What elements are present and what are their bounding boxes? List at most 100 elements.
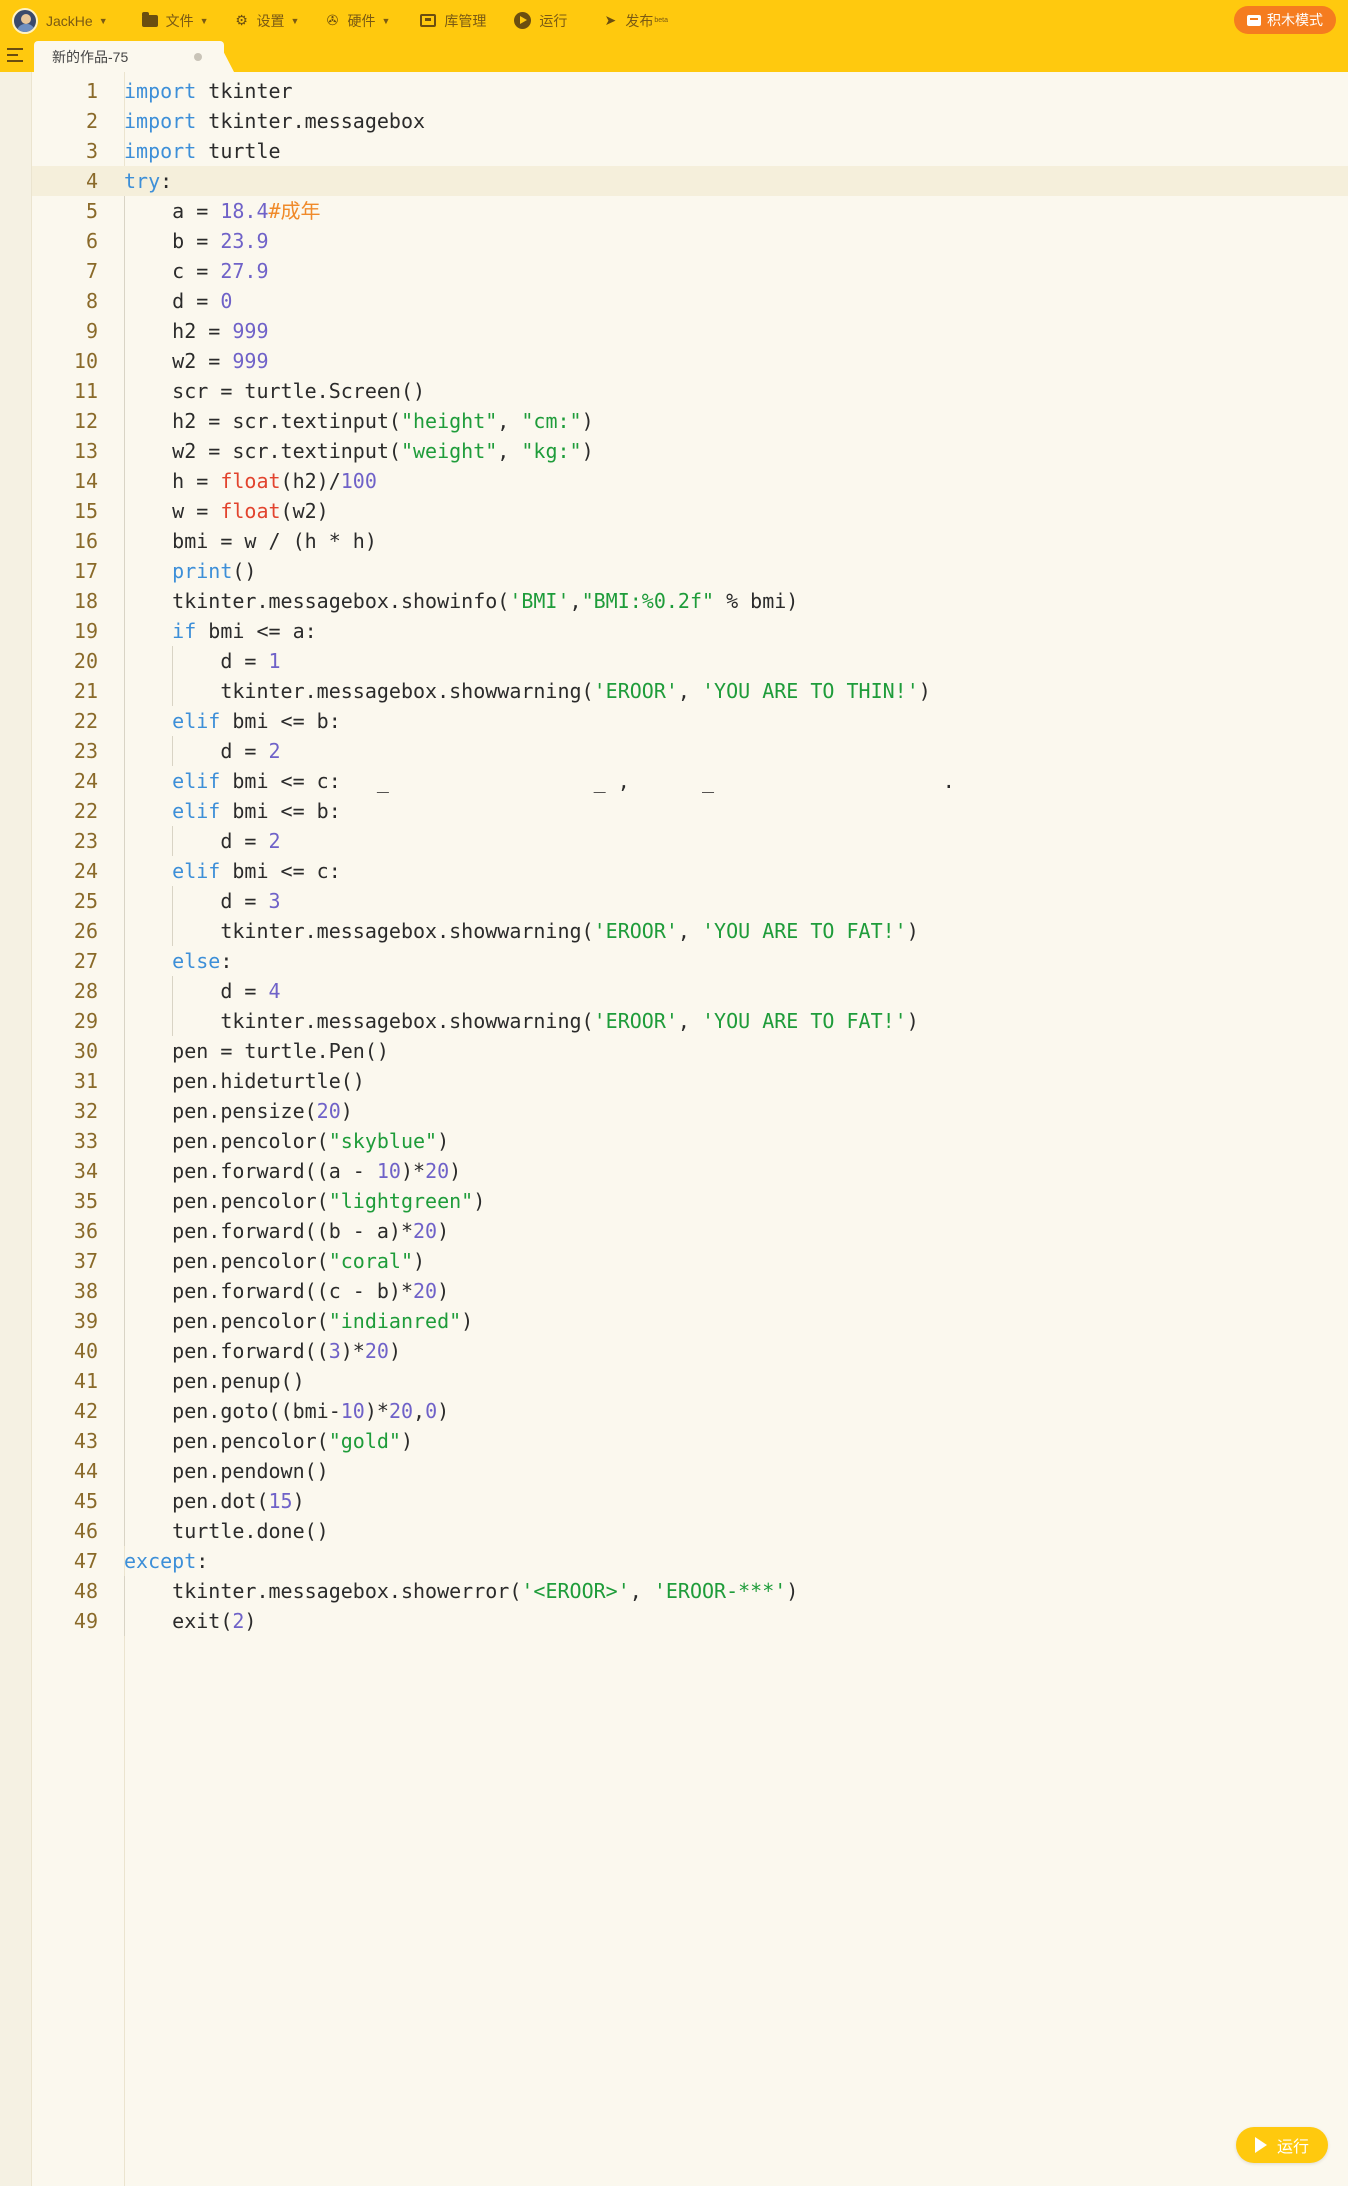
code-line[interactable]: 8 d = 0 <box>32 286 1348 316</box>
close-tab-icon[interactable] <box>194 53 202 61</box>
code-line[interactable]: 25 d = 3 <box>32 886 1348 916</box>
code-line[interactable]: 15 w = float(w2) <box>32 496 1348 526</box>
chevron-down-icon: ▼ <box>381 15 391 26</box>
code-line[interactable]: 41 pen.penup() <box>32 1366 1348 1396</box>
code-line[interactable]: 38 pen.forward((c - b)*20) <box>32 1276 1348 1306</box>
code-token: ) <box>437 1129 450 1153</box>
code-text: d = 3 <box>124 886 1348 916</box>
run-button[interactable]: 运行 <box>1236 2127 1328 2163</box>
code-text: tkinter.messagebox.showerror('<EROOR>', … <box>124 1576 1348 1606</box>
publish-button[interactable]: ➤ 发布 beta <box>601 0 669 41</box>
code-line[interactable]: 49 exit(2) <box>32 1606 1348 1636</box>
code-text: pen.pencolor("indianred") <box>124 1306 1348 1336</box>
code-token: tkinter.messagebox.showinfo( <box>124 589 510 613</box>
code-token: pen.pencolor( <box>124 1189 329 1213</box>
hardware-menu[interactable]: ✇ 硬件 ▼ <box>323 0 391 41</box>
code-line[interactable]: 44 pen.pendown() <box>32 1456 1348 1486</box>
code-text: elif bmi <= b: <box>124 796 1348 826</box>
user-menu[interactable]: JackHe ▼ <box>0 0 108 41</box>
indent-guide <box>172 676 174 706</box>
code-line[interactable]: 22 elif bmi <= b: <box>32 796 1348 826</box>
line-number: 13 <box>73 439 98 463</box>
indent-guide <box>172 736 174 766</box>
code-token: ) <box>437 1279 450 1303</box>
line-number: 15 <box>73 499 98 523</box>
code-line[interactable]: 12 h2 = scr.textinput("height", "cm:") <box>32 406 1348 436</box>
code-line[interactable]: 4 try: <box>32 166 1348 196</box>
code-token: 0 <box>425 1399 438 1423</box>
code-line[interactable]: 26 tkinter.messagebox.showwarning('EROOR… <box>32 916 1348 946</box>
block-mode-button[interactable]: 积木模式 <box>1234 6 1336 34</box>
top-toolbar: JackHe ▼ 文件 ▼ ⚙ 设置 ▼ ✇ 硬件 ▼ 库管理 运行 ➤ 发布 … <box>0 0 1348 41</box>
library-manager-button[interactable]: 库管理 <box>420 0 486 41</box>
code-line[interactable]: 33 pen.pencolor("skyblue") <box>32 1126 1348 1156</box>
line-number: 22 <box>73 709 98 733</box>
code-line[interactable]: 30 pen = turtle.Pen() <box>32 1036 1348 1066</box>
code-editor[interactable]: 1 import tkinter 2 import tkinter.messagebo… <box>32 76 1348 1636</box>
code-line[interactable]: 24 elif bmi <= c: <box>32 856 1348 886</box>
code-line[interactable]: 35 pen.pencolor("lightgreen") <box>32 1186 1348 1216</box>
code-line[interactable]: 43 pen.pencolor("gold") <box>32 1426 1348 1456</box>
line-number: 28 <box>73 979 98 1003</box>
code-line[interactable]: 47 except: <box>32 1546 1348 1576</box>
code-line[interactable]: 11 scr = turtle.Screen() <box>32 376 1348 406</box>
hardware-icon: ✇ <box>326 12 339 28</box>
hamburger-menu-icon[interactable] <box>7 48 23 62</box>
code-text: if bmi <= a: <box>124 616 1348 646</box>
code-line[interactable]: 27 else: <box>32 946 1348 976</box>
settings-menu[interactable]: ⚙ 设置 ▼ <box>233 0 299 41</box>
code-line[interactable]: 29 tkinter.messagebox.showwarning('EROOR… <box>32 1006 1348 1036</box>
code-line[interactable]: 17 print() <box>32 556 1348 586</box>
code-line[interactable]: 2 import tkinter.messagebox <box>32 106 1348 136</box>
code-line[interactable]: 7 c = 27.9 <box>32 256 1348 286</box>
code-line[interactable]: 24 elif bmi <= c: _ _ , _ . <box>32 766 1348 796</box>
code-line[interactable]: 1 import tkinter <box>32 76 1348 106</box>
run-menu-button[interactable]: 运行 <box>514 0 567 41</box>
code-line[interactable]: 34 pen.forward((a - 10)*20) <box>32 1156 1348 1186</box>
code-line[interactable]: 32 pen.pensize(20) <box>32 1096 1348 1126</box>
code-line[interactable]: 19 if bmi <= a: <box>32 616 1348 646</box>
code-line[interactable]: 37 pen.pencolor("coral") <box>32 1246 1348 1276</box>
code-line[interactable]: 40 pen.forward((3)*20) <box>32 1336 1348 1366</box>
code-line[interactable]: 16 bmi = w / (h * h) <box>32 526 1348 556</box>
tab-new-work[interactable]: 新的作品-75 <box>34 41 224 72</box>
code-line[interactable]: 18 tkinter.messagebox.showinfo('BMI',"BM… <box>32 586 1348 616</box>
code-line[interactable]: 36 pen.forward((b - a)*20) <box>32 1216 1348 1246</box>
code-line[interactable]: 14 h = float(h2)/100 <box>32 466 1348 496</box>
code-token: , <box>677 1009 702 1033</box>
code-text: pen.forward((b - a)*20) <box>124 1216 1348 1246</box>
file-menu[interactable]: 文件 ▼ <box>141 0 209 41</box>
code-line[interactable]: 31 pen.hideturtle() <box>32 1066 1348 1096</box>
code-line[interactable]: 45 pen.dot(15) <box>32 1486 1348 1516</box>
code-line[interactable]: 10 w2 = 999 <box>32 346 1348 376</box>
code-line[interactable]: 22 elif bmi <= b: <box>32 706 1348 736</box>
code-token: pen.pensize( <box>124 1099 317 1123</box>
line-number: 8 <box>85 289 98 313</box>
code-line[interactable]: 21 tkinter.messagebox.showwarning('EROOR… <box>32 676 1348 706</box>
code-line[interactable]: 48 tkinter.messagebox.showerror('<EROOR>… <box>32 1576 1348 1606</box>
code-line[interactable]: 20 d = 1 <box>32 646 1348 676</box>
code-line[interactable]: 23 d = 2 <box>32 826 1348 856</box>
code-line[interactable]: 23 d = 2 <box>32 736 1348 766</box>
code-token: '<EROOR>' <box>521 1579 630 1603</box>
code-token: () <box>232 559 257 583</box>
code-line[interactable]: 28 d = 4 <box>32 976 1348 1006</box>
code-line[interactable]: 13 w2 = scr.textinput("weight", "kg:") <box>32 436 1348 466</box>
code-token: turtle <box>196 139 281 163</box>
run-menu-label: 运行 <box>539 12 568 29</box>
code-token: ) <box>437 1219 450 1243</box>
code-token: ) <box>437 1399 450 1423</box>
code-line[interactable]: 39 pen.pencolor("indianred") <box>32 1306 1348 1336</box>
code-token: elif <box>172 769 221 793</box>
code-line[interactable]: 46 turtle.done() <box>32 1516 1348 1546</box>
code-token: if <box>172 619 197 643</box>
line-number: 38 <box>73 1279 98 1303</box>
code-line[interactable]: 3 import turtle <box>32 136 1348 166</box>
code-line[interactable]: 9 h2 = 999 <box>32 316 1348 346</box>
line-number: 24 <box>73 769 98 793</box>
code-line[interactable]: 42 pen.goto((bmi-10)*20,0) <box>32 1396 1348 1426</box>
code-line[interactable]: 5 a = 18.4#成年 <box>32 196 1348 226</box>
code-line[interactable]: 6 b = 23.9 <box>32 226 1348 256</box>
